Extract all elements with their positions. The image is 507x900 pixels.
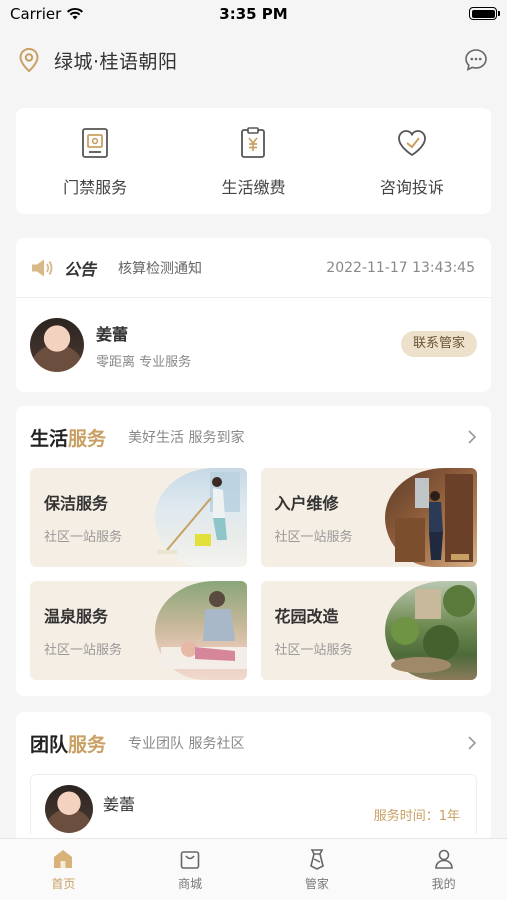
chat-bubble-icon[interactable] — [463, 47, 489, 73]
service-card-repair[interactable]: 入户维修 社区一站服务 — [260, 468, 477, 567]
community-title[interactable]: 绿城·桂语朝阳 — [54, 47, 178, 74]
home-icon — [54, 850, 73, 868]
speaker-icon — [32, 259, 53, 276]
announcement-date: 2022-11-17 13:43:45 — [326, 259, 475, 276]
quick-actions: 门禁服务 生活缴费 咨询投诉 — [16, 108, 491, 214]
garden-photo — [385, 581, 477, 680]
tab-bar: 首页 商城 管家 我的 — [0, 838, 507, 900]
contact-manager-button[interactable]: 联系管家 — [400, 331, 477, 357]
service-subtitle: 社区一站服务 — [44, 530, 123, 545]
manager-subtitle: 零距离 专业服务 — [96, 354, 192, 370]
life-services-section: 生活 服务 美好生活 服务到家 保洁服务 社区一站服务 入户维修 社区一站服务 … — [16, 406, 491, 696]
announcement-text: 核算检测通知 — [118, 260, 203, 277]
tab-butler-label: 管家 — [304, 877, 329, 891]
status-bar: Carrier 3:35 PM — [0, 0, 507, 30]
service-card-garden[interactable]: 花园改造 社区一站服务 — [260, 581, 477, 680]
service-card-spring[interactable]: 温泉服务 社区一站服务 — [30, 581, 247, 680]
life-services-header[interactable]: 生活 服务 美好生活 服务到家 — [16, 406, 491, 468]
life-services-title-a: 生活 — [30, 427, 69, 450]
service-title: 保洁服务 — [44, 494, 109, 513]
repair-photo — [385, 468, 477, 567]
chevron-right-icon[interactable] — [467, 736, 477, 750]
cleaning-photo — [154, 468, 247, 567]
door-access-button[interactable]: 门禁服务 — [16, 108, 174, 214]
team-services-desc: 专业团队 服务社区 — [128, 736, 245, 752]
life-services-title-b: 服务 — [68, 427, 107, 450]
chevron-right-icon[interactable] — [467, 430, 477, 444]
manager-name: 姜蕾 — [96, 324, 129, 344]
door-access-icon — [82, 128, 109, 158]
team-member-name: 姜蕾 — [103, 795, 136, 814]
door-access-label: 门禁服务 — [63, 178, 128, 197]
butler-tie-icon — [309, 849, 324, 870]
service-subtitle: 社区一站服务 — [274, 530, 353, 545]
battery-icon — [469, 7, 500, 20]
tab-home[interactable]: 首页 — [0, 839, 127, 900]
announcement-tag: 公告 — [64, 259, 97, 279]
tab-shop[interactable]: 商城 — [127, 839, 254, 900]
life-services-desc: 美好生活 服务到家 — [128, 430, 245, 446]
notice-card: 公告 核算检测通知 2022-11-17 13:43:45 姜蕾 零距离 专业服… — [16, 238, 491, 392]
location-pin-icon[interactable] — [18, 47, 40, 73]
shop-bag-icon — [180, 851, 200, 869]
bill-payment-button[interactable]: 生活缴费 — [174, 108, 332, 214]
consult-complaint-button[interactable]: 咨询投诉 — [333, 108, 491, 214]
header: 绿城·桂语朝阳 — [0, 30, 507, 90]
service-title: 温泉服务 — [44, 607, 109, 626]
team-services-title-b: 服务 — [68, 733, 107, 756]
service-card-cleaning[interactable]: 保洁服务 社区一站服务 — [30, 468, 247, 567]
service-subtitle: 社区一站服务 — [274, 643, 353, 658]
tab-home-label: 首页 — [51, 877, 76, 891]
heart-consult-icon — [397, 130, 426, 157]
bill-payment-label: 生活缴费 — [221, 178, 286, 197]
tab-shop-label: 商城 — [178, 877, 203, 891]
consult-complaint-label: 咨询投诉 — [379, 178, 444, 197]
avatar — [30, 318, 84, 372]
team-member-card[interactable]: 姜蕾 服务时间：1年 — [30, 774, 477, 834]
team-services-section: 团队 服务 专业团队 服务社区 姜蕾 服务时间：1年 — [16, 712, 491, 842]
team-services-title-a: 团队 — [30, 733, 69, 756]
clock: 3:35 PM — [219, 5, 288, 23]
announcement-row[interactable]: 公告 核算检测通知 2022-11-17 13:43:45 — [16, 238, 491, 298]
service-subtitle: 社区一站服务 — [44, 643, 123, 658]
tab-profile[interactable]: 我的 — [380, 839, 507, 900]
tab-profile-label: 我的 — [431, 877, 456, 891]
manager-row: 姜蕾 零距离 专业服务 联系管家 — [16, 298, 491, 392]
tab-butler[interactable]: 管家 — [254, 839, 381, 900]
service-title: 花园改造 — [274, 607, 339, 626]
bill-payment-icon — [241, 127, 266, 158]
team-member-service-time: 服务时间：1年 — [373, 809, 460, 824]
profile-icon — [434, 849, 453, 869]
avatar — [45, 785, 93, 833]
team-services-header[interactable]: 团队 服务 专业团队 服务社区 — [16, 712, 491, 774]
spring-photo — [154, 581, 247, 680]
service-title: 入户维修 — [274, 494, 339, 513]
